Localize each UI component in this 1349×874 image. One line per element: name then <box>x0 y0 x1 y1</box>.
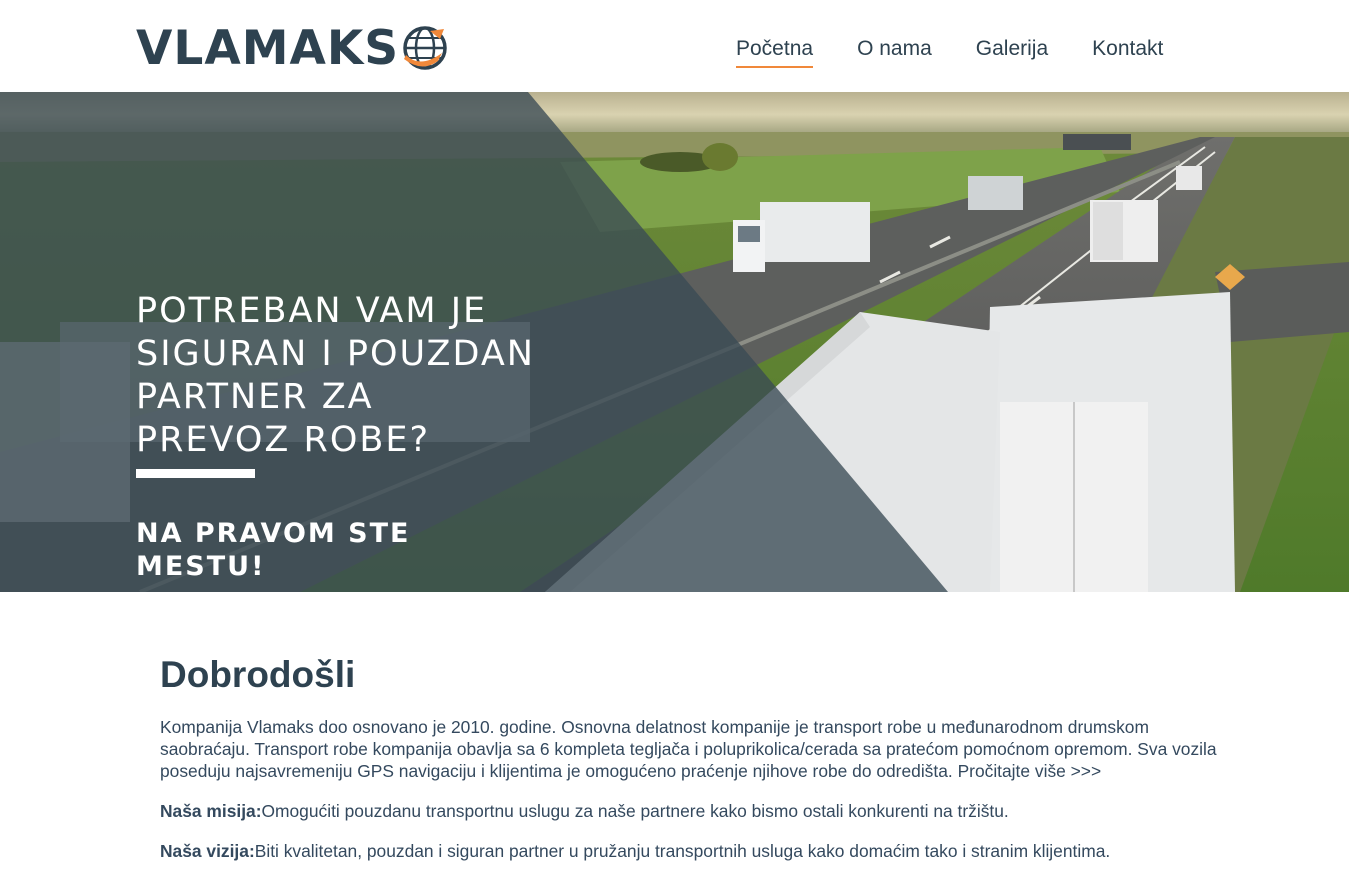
nav-item-kontakt[interactable]: Kontakt <box>1092 36 1163 68</box>
hero-headline: Potreban vam je siguran i pouzdan partne… <box>136 291 535 460</box>
truck-3 <box>985 292 1235 592</box>
mission-label: Naša misija: <box>160 801 262 821</box>
intro-paragraph: Kompanija Vlamaks doo osnovano je 2010. … <box>160 716 1220 782</box>
nav-item-o-nama[interactable]: O nama <box>857 36 932 68</box>
vision-text: Biti kvalitetan, pouzdan i siguran partn… <box>254 841 1111 861</box>
hero-divider <box>136 469 255 478</box>
read-more-link[interactable]: Pročitajte više >>> <box>958 761 1102 781</box>
main-content: Dobrodošli Kompanija Vlamaks doo osnovan… <box>160 652 1220 874</box>
hero-subheadline: Na pravom ste mestu! <box>136 518 411 582</box>
vision-label: Naša vizija: <box>160 841 255 861</box>
mission-paragraph: Naša misija:Omogućiti pouzdanu transport… <box>160 800 1220 822</box>
site-header: VLAMAKS Početna O nama Galerija Kontakt <box>0 0 1349 92</box>
nav-item-galerija[interactable]: Galerija <box>976 36 1048 68</box>
vision-paragraph: Naša vizija:Biti kvalitetan, pouzdan i s… <box>160 840 1220 862</box>
nav-item-pocetna[interactable]: Početna <box>736 36 814 68</box>
page-title: Dobrodošli <box>160 654 356 695</box>
globe-logo-icon <box>403 26 447 70</box>
mission-text: Omogućiti pouzdanu transportnu uslugu za… <box>261 801 1009 821</box>
main-nav: Početna O nama Galerija Kontakt <box>736 36 1163 68</box>
logo[interactable]: VLAMAKS <box>136 22 450 74</box>
hero-banner: Potreban vam je siguran i pouzdan partne… <box>0 92 1349 592</box>
truck-2 <box>1090 200 1158 262</box>
logo-text: VLAMAKS <box>136 20 400 76</box>
